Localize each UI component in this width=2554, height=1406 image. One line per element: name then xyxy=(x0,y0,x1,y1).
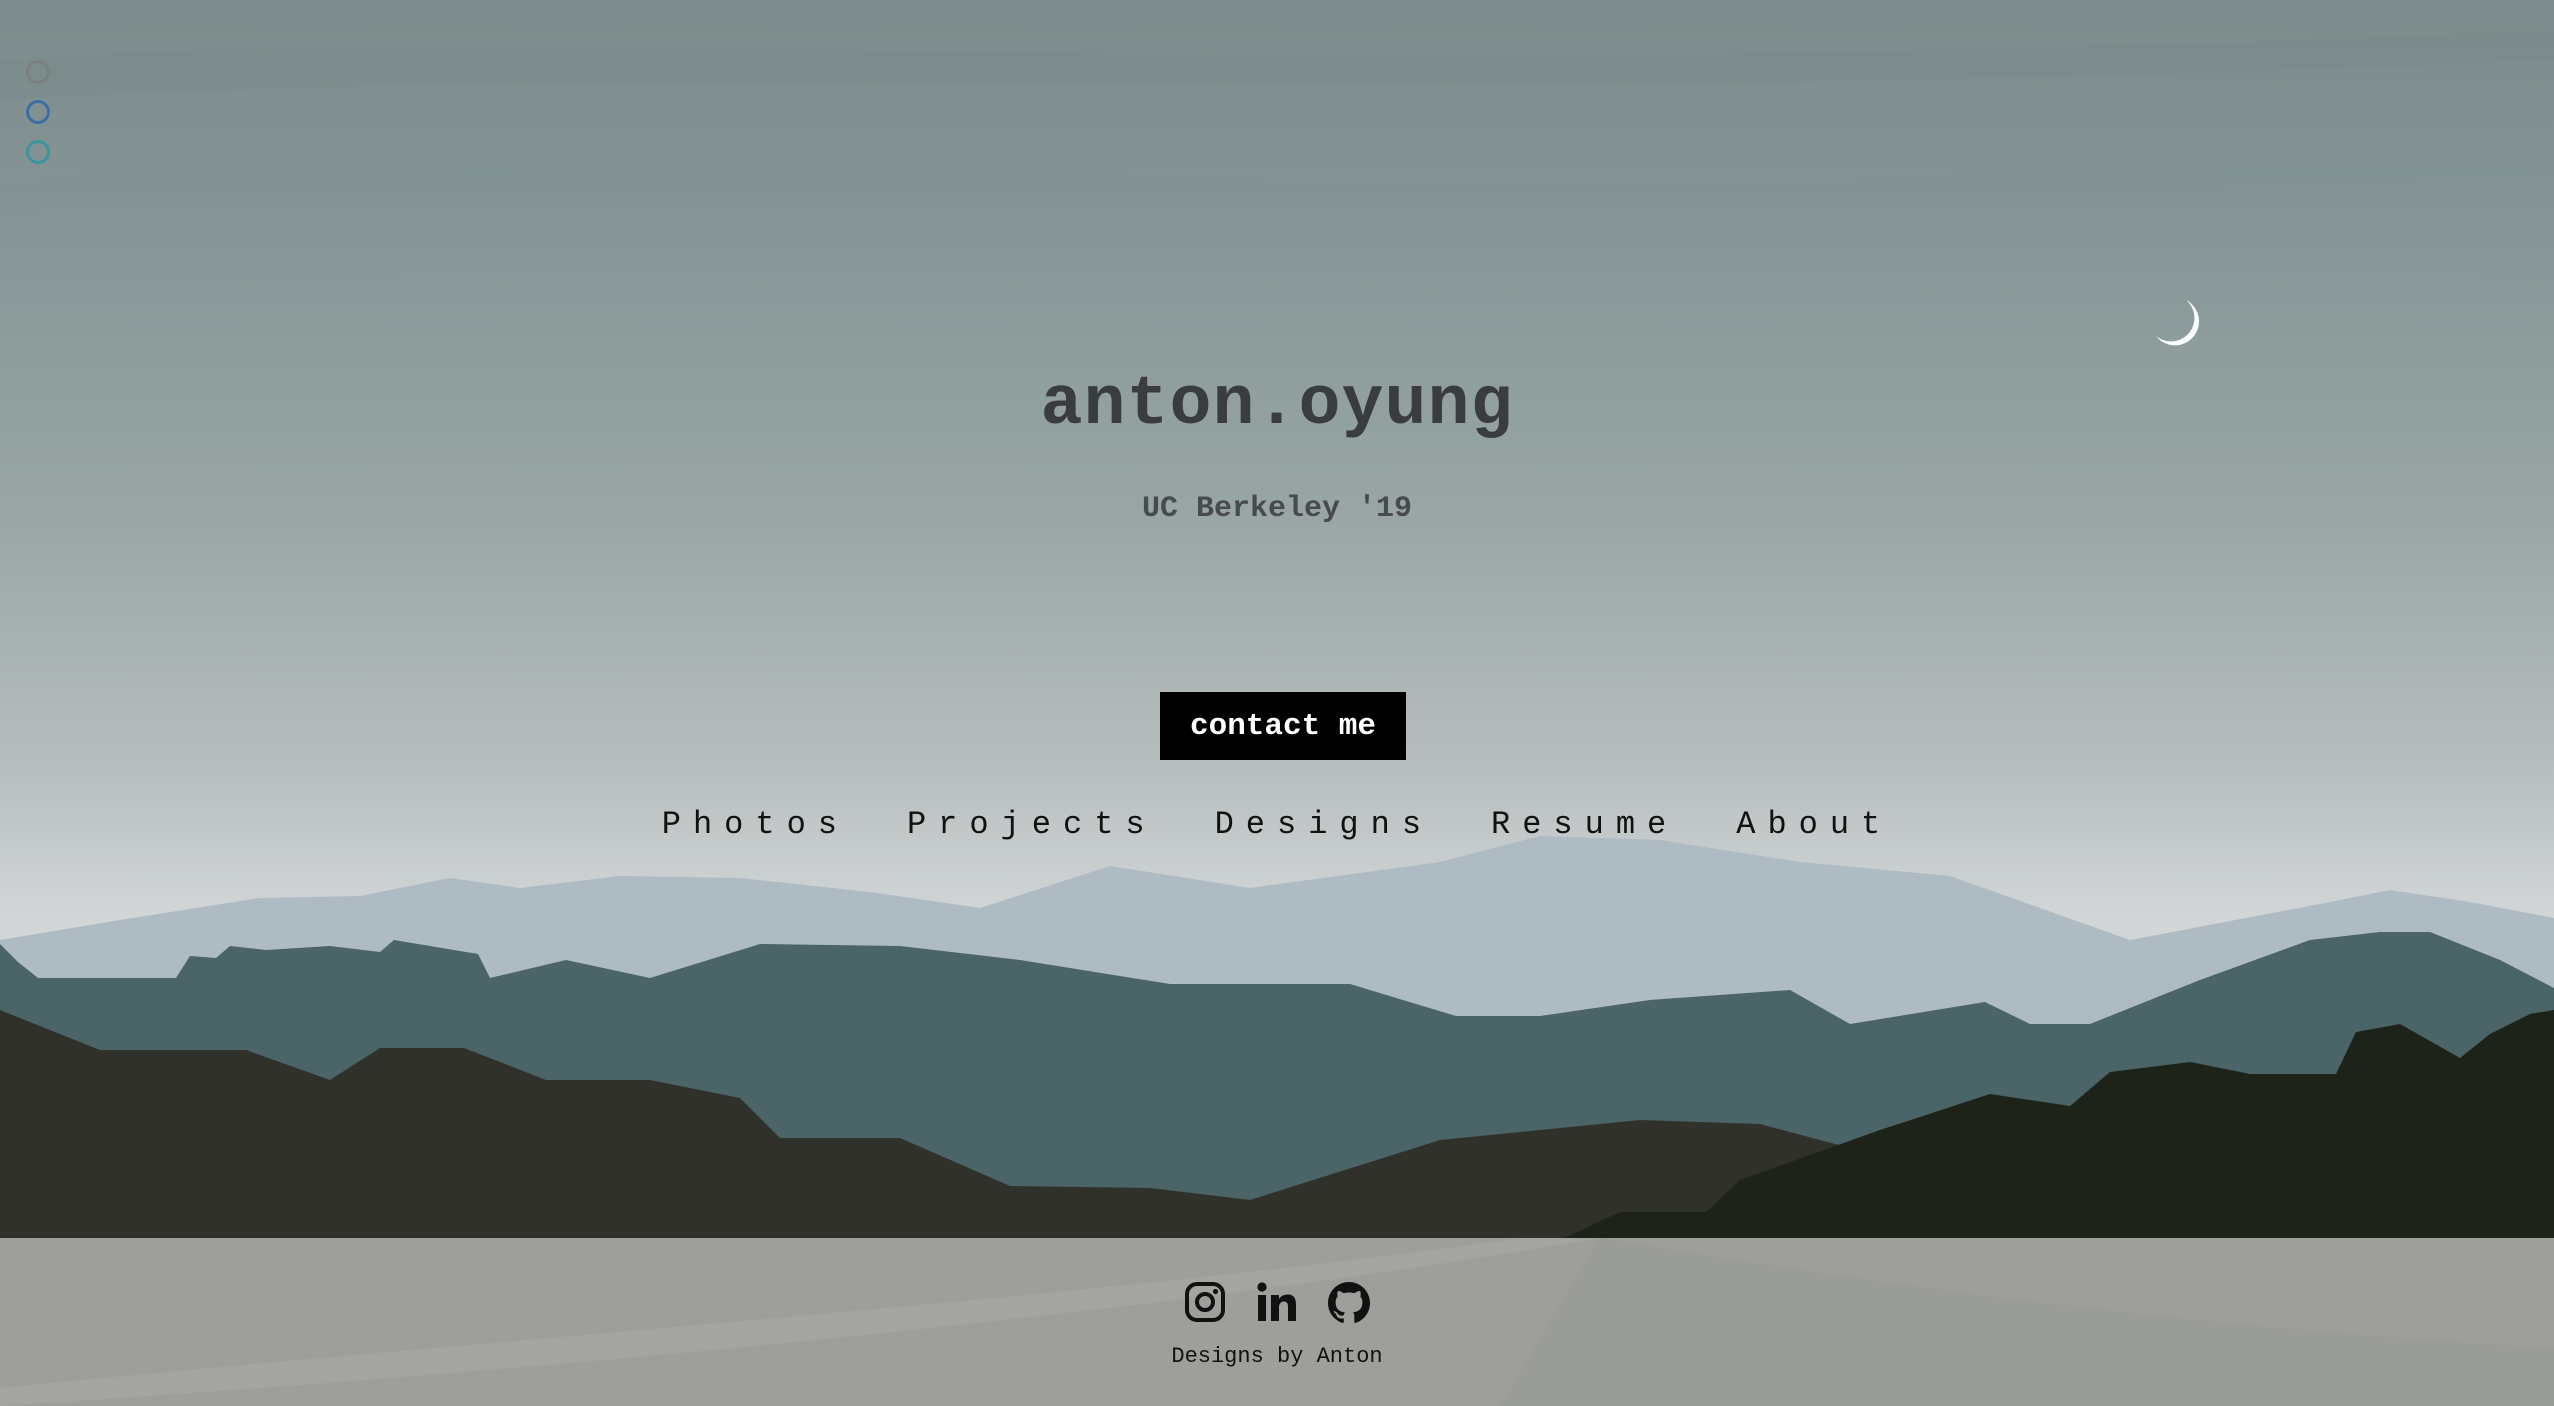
window-control-dot[interactable] xyxy=(26,60,50,84)
linkedin-icon[interactable] xyxy=(1255,1280,1299,1324)
nav-link-projects[interactable]: Projects xyxy=(907,806,1157,843)
page-title: anton.oyung xyxy=(1040,366,1514,445)
window-controls xyxy=(26,60,56,180)
social-links xyxy=(0,1280,2554,1324)
window-control-dot[interactable] xyxy=(26,140,50,164)
nav-link-resume[interactable]: Resume xyxy=(1491,806,1678,843)
footer: Designs by Anton xyxy=(0,1238,2554,1406)
instagram-icon[interactable] xyxy=(1183,1280,1227,1324)
page-subtitle: UC Berkeley '19 xyxy=(1141,492,1413,526)
mountain-landscape xyxy=(0,836,2554,1240)
main-nav: Photos Projects Designs Resume About xyxy=(0,806,2554,843)
moon-icon xyxy=(2156,300,2199,346)
nav-link-photos[interactable]: Photos xyxy=(662,806,849,843)
nav-link-about[interactable]: About xyxy=(1736,806,1892,843)
nav-link-designs[interactable]: Designs xyxy=(1215,806,1433,843)
github-icon[interactable] xyxy=(1327,1280,1371,1324)
footer-credit: Designs by Anton xyxy=(1171,1344,1383,1369)
contact-me-button[interactable]: contact me xyxy=(1160,692,1406,760)
window-control-dot[interactable] xyxy=(26,100,50,124)
